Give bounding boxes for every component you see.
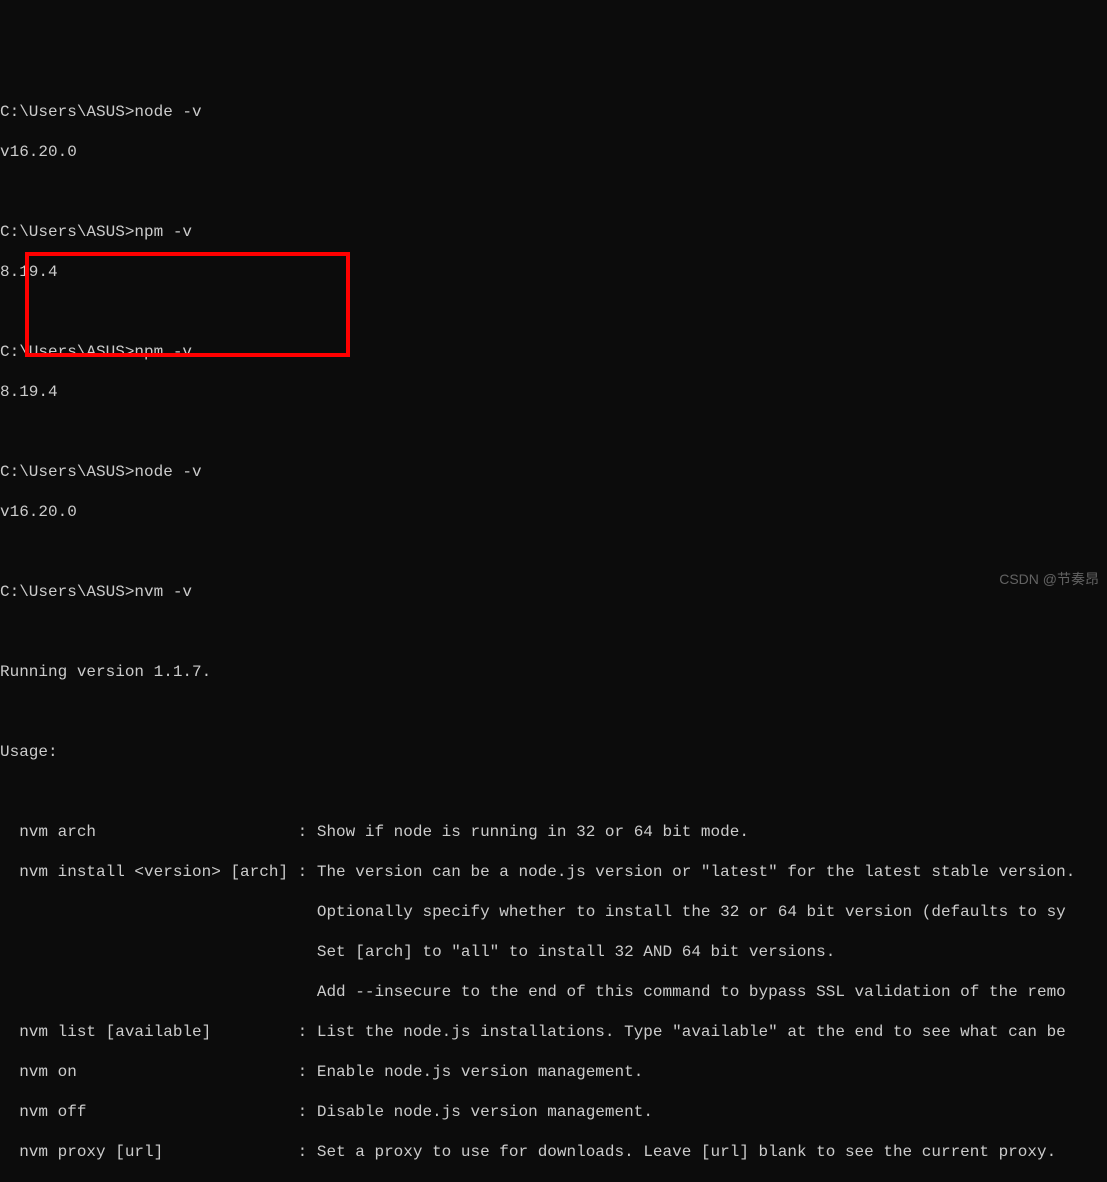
prompt: C:\Users\ASUS> — [0, 463, 134, 481]
prompt-line: C:\Users\ASUS>npm -v — [0, 222, 1107, 242]
watermark: CSDN @节奏昂 — [999, 571, 1099, 589]
usage-line: Add --insecure to the end of this comman… — [0, 982, 1107, 1002]
command: node -v — [134, 103, 201, 121]
usage-line: nvm on : Enable node.js version manageme… — [0, 1062, 1107, 1082]
terminal-output[interactable]: C:\Users\ASUS>node -v v16.20.0 C:\Users\… — [0, 82, 1107, 1182]
prompt: C:\Users\ASUS> — [0, 343, 134, 361]
usage-line: Optionally specify whether to install th… — [0, 902, 1107, 922]
prompt: C:\Users\ASUS> — [0, 583, 134, 601]
command: npm -v — [134, 223, 192, 241]
command: node -v — [134, 463, 201, 481]
usage-line: nvm list [available] : List the node.js … — [0, 1022, 1107, 1042]
usage-line: nvm install <version> [arch] : The versi… — [0, 862, 1107, 882]
usage-line: nvm arch : Show if node is running in 32… — [0, 822, 1107, 842]
usage-line: nvm proxy [url] : Set a proxy to use for… — [0, 1142, 1107, 1162]
output-line: 8.19.4 — [0, 382, 1107, 402]
prompt-line: C:\Users\ASUS>node -v — [0, 462, 1107, 482]
output-line: 8.19.4 — [0, 262, 1107, 282]
prompt-line: C:\Users\ASUS>nvm -v — [0, 582, 1107, 602]
command: npm -v — [134, 343, 192, 361]
usage-line: nvm off : Disable node.js version manage… — [0, 1102, 1107, 1122]
output-line: v16.20.0 — [0, 502, 1107, 522]
prompt-line: C:\Users\ASUS>node -v — [0, 102, 1107, 122]
output-line: Running version 1.1.7. — [0, 662, 1107, 682]
prompt: C:\Users\ASUS> — [0, 103, 134, 121]
usage-header: Usage: — [0, 742, 1107, 762]
prompt-line: C:\Users\ASUS>npm -v — [0, 342, 1107, 362]
prompt: C:\Users\ASUS> — [0, 223, 134, 241]
output-line: v16.20.0 — [0, 142, 1107, 162]
command: nvm -v — [134, 583, 192, 601]
usage-line: Set [arch] to "all" to install 32 AND 64… — [0, 942, 1107, 962]
